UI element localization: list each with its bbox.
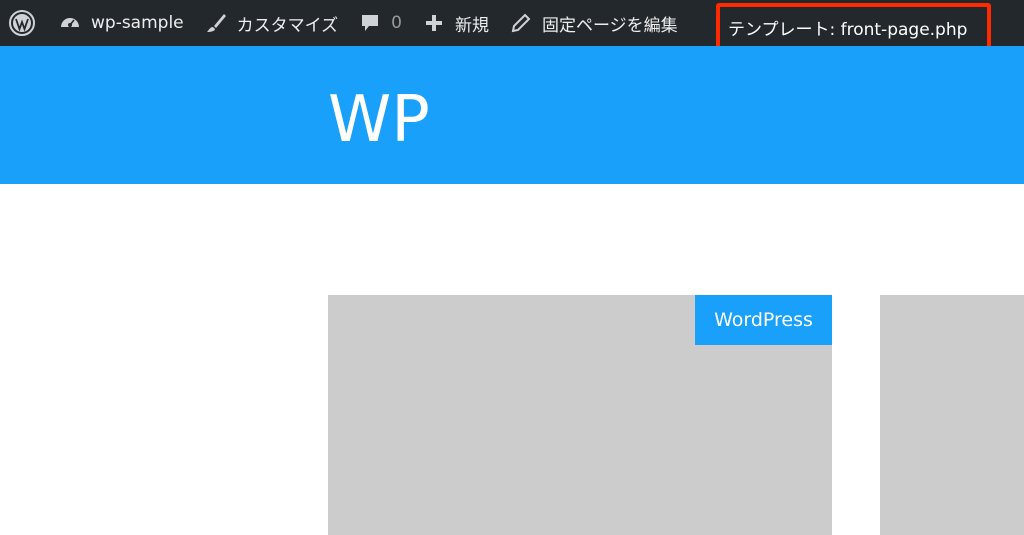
wordpress-logo-menu[interactable] xyxy=(0,0,48,46)
new-label: 新規 xyxy=(454,15,489,36)
template-label: テンプレート: front-page.php xyxy=(728,19,968,40)
site-title[interactable]: WP xyxy=(328,82,430,158)
post-card[interactable] xyxy=(880,295,1024,535)
template-indicator[interactable]: テンプレート: front-page.php xyxy=(716,3,991,51)
site-name-label: wp-sample xyxy=(91,13,184,33)
dashboard-icon xyxy=(58,11,82,35)
plus-icon xyxy=(422,11,446,35)
wordpress-icon xyxy=(8,9,36,37)
site-header: WP xyxy=(0,46,1024,184)
comments-menu[interactable]: 0 xyxy=(348,0,412,46)
customize-menu[interactable]: カスタマイズ xyxy=(194,0,349,46)
new-content-menu[interactable]: 新規 xyxy=(412,0,499,46)
comment-icon xyxy=(358,11,382,35)
post-card[interactable]: WordPress xyxy=(328,295,832,535)
comments-count: 0 xyxy=(391,13,402,33)
category-badge[interactable]: WordPress xyxy=(695,295,832,345)
pencil-icon xyxy=(509,11,533,35)
paintbrush-icon xyxy=(204,11,228,35)
customize-label: カスタマイズ xyxy=(236,15,339,36)
site-name-menu[interactable]: wp-sample xyxy=(48,0,194,46)
edit-page-label: 固定ページを編集 xyxy=(541,15,678,36)
edit-page-menu[interactable]: 固定ページを編集 xyxy=(499,0,688,46)
